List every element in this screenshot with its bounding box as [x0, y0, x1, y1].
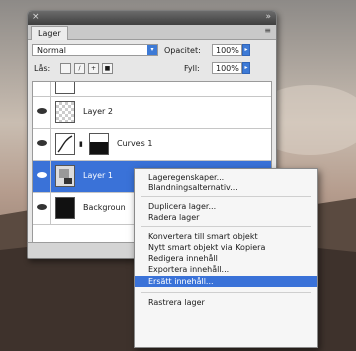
blend-mode-value: Normal: [37, 46, 66, 55]
layer-name: Backgroun: [83, 203, 126, 212]
tab-layers[interactable]: Lager: [31, 26, 68, 40]
fill-label: Fyll:: [184, 64, 200, 73]
layer-thumbnail: [55, 82, 75, 94]
menu-item-duplicate-layer[interactable]: Duplicera lager...: [148, 202, 216, 212]
lock-position-icon[interactable]: +: [88, 63, 99, 74]
close-icon[interactable]: ×: [32, 12, 40, 22]
layer-thumbnail: [55, 197, 75, 219]
fill-field[interactable]: 100%: [212, 62, 242, 74]
lock-all-icon[interactable]: ■: [102, 63, 113, 74]
menu-item-rasterize-layer[interactable]: Rastrera lager: [148, 298, 205, 308]
lock-row: Lås: ∕ + ■ Fyll: 100% ▸: [32, 61, 272, 76]
eye-icon[interactable]: [36, 170, 48, 180]
lock-transparency-icon[interactable]: [60, 63, 71, 74]
menu-divider: [141, 292, 311, 293]
eye-icon[interactable]: [36, 202, 48, 212]
smart-object-thumbnail: [55, 165, 75, 187]
eye-icon[interactable]: [36, 138, 48, 148]
lock-image-icon[interactable]: ∕: [74, 63, 85, 74]
collapse-icon[interactable]: »: [265, 12, 271, 22]
layer-mask-thumbnail[interactable]: [89, 133, 109, 155]
lock-label: Lås:: [34, 64, 51, 73]
menu-item-replace-contents[interactable]: Ersätt innehåll...: [135, 276, 317, 287]
opacity-label: Opacitet:: [164, 46, 201, 55]
layer-row-partial[interactable]: [33, 82, 271, 97]
menu-item-export-contents[interactable]: Exportera innehåll...: [148, 265, 229, 275]
layer-row-layer-2[interactable]: Layer 2: [33, 97, 271, 129]
menu-item-edit-contents[interactable]: Redigera innehåll: [148, 254, 218, 264]
menu-item-layer-properties[interactable]: Lageregenskaper...: [148, 173, 224, 183]
panel-menu-icon[interactable]: ≡: [264, 26, 271, 35]
layer-name: Layer 2: [83, 107, 113, 116]
chain-link-icon[interactable]: ▮: [79, 140, 83, 148]
curves-adjustment-icon: [55, 133, 75, 155]
layer-thumbnail: [55, 101, 75, 123]
opacity-field[interactable]: 100%: [212, 44, 242, 56]
chevron-down-icon: ▾: [147, 45, 157, 55]
layer-name: Curves 1: [117, 139, 153, 148]
blend-mode-select[interactable]: Normal ▾: [32, 44, 158, 56]
blend-row: Normal ▾ Opacitet: 100% ▸: [32, 43, 272, 58]
menu-item-blending-options[interactable]: Blandningsalternativ...: [148, 183, 238, 193]
menu-item-convert-smart-object[interactable]: Konvertera till smart objekt: [148, 232, 258, 242]
menu-divider: [141, 196, 311, 197]
menu-item-new-smart-object-via-copy[interactable]: Nytt smart objekt via Kopiera: [148, 243, 265, 253]
panel-tabs: Lager ≡: [28, 25, 276, 40]
layer-row-curves-1[interactable]: ▮ Curves 1: [33, 129, 271, 161]
layer-name: Layer 1: [83, 171, 113, 180]
context-menu: Lageregenskaper... Blandningsalternativ.…: [134, 168, 318, 348]
fill-stepper[interactable]: ▸: [242, 62, 250, 74]
opacity-stepper[interactable]: ▸: [242, 44, 250, 56]
panel-titlebar[interactable]: × »: [28, 11, 276, 25]
eye-icon[interactable]: [36, 106, 48, 116]
menu-divider: [141, 226, 311, 227]
menu-item-delete-layer[interactable]: Radera lager: [148, 213, 199, 223]
